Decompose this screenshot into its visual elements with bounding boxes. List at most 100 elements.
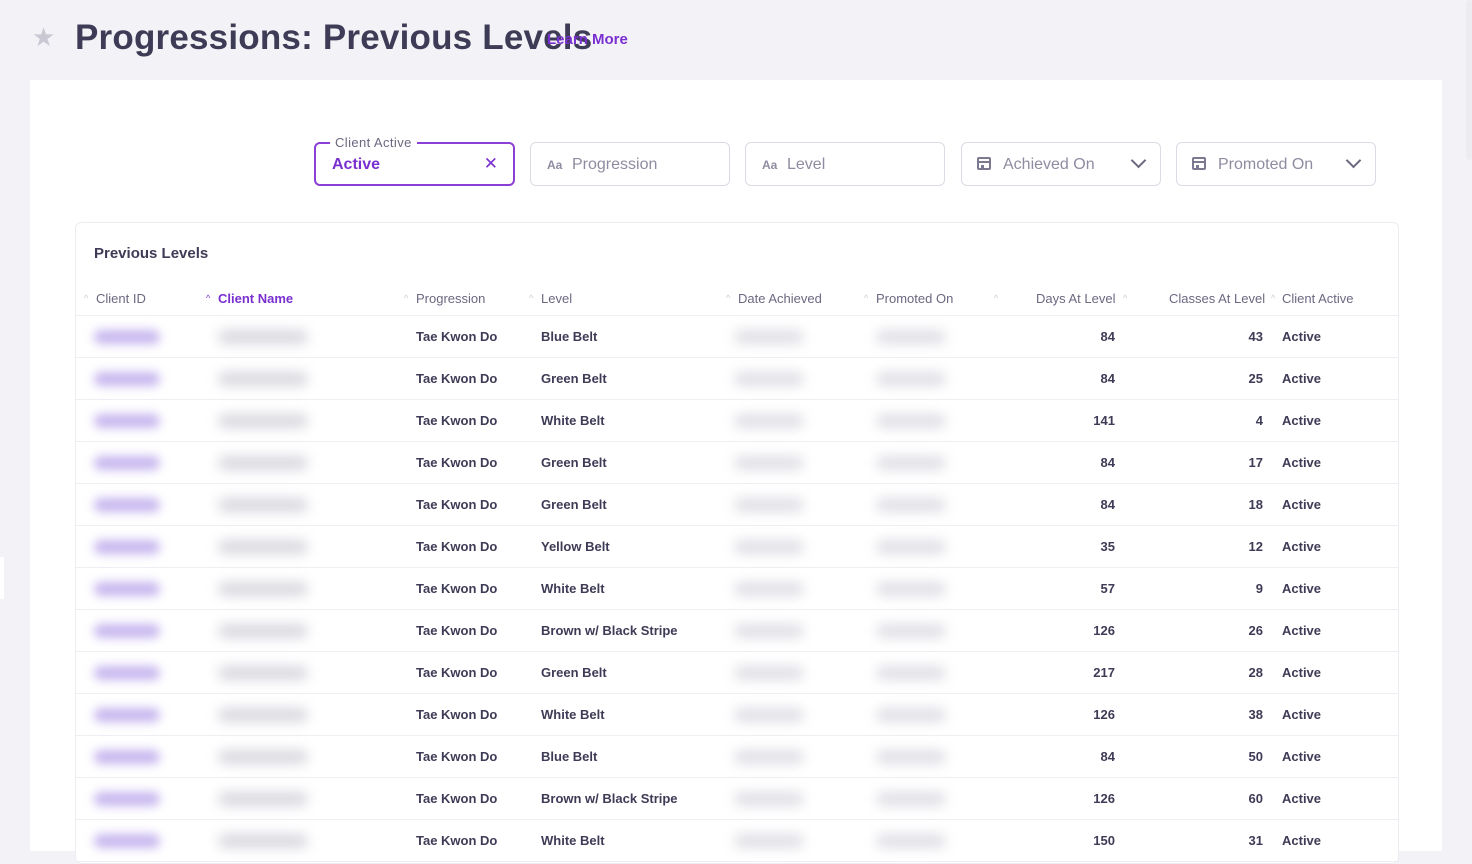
side-tab[interactable] bbox=[0, 557, 4, 599]
sort-caret-icon[interactable]: ^ bbox=[84, 293, 88, 303]
promoted-on-redacted bbox=[876, 666, 946, 680]
level-filter-placeholder: Level bbox=[787, 156, 826, 173]
learn-more-link[interactable]: Learn More bbox=[547, 31, 628, 48]
cell-client-active: Active bbox=[1282, 833, 1322, 848]
table-row[interactable]: Tae Kwon Do White Belt 57 9 Active bbox=[76, 568, 1398, 610]
cell-level: Yellow Belt bbox=[541, 539, 610, 554]
page-scrollbar[interactable] bbox=[1466, 0, 1472, 160]
client-name-redacted[interactable] bbox=[218, 372, 308, 386]
table-row[interactable]: Tae Kwon Do Green Belt 84 18 Active bbox=[76, 484, 1398, 526]
column-header-progression[interactable]: Progression bbox=[416, 291, 485, 306]
table-row[interactable]: Tae Kwon Do Blue Belt 84 43 Active bbox=[76, 316, 1398, 358]
client-name-redacted[interactable] bbox=[218, 582, 308, 596]
cell-client-active: Active bbox=[1282, 707, 1322, 722]
column-header-classes-at-level[interactable]: Classes At Level bbox=[1169, 291, 1265, 306]
cell-progression: Tae Kwon Do bbox=[416, 539, 498, 554]
client-name-redacted[interactable] bbox=[218, 792, 308, 806]
column-header-client-id[interactable]: Client ID bbox=[96, 291, 146, 306]
date-achieved-redacted bbox=[734, 330, 804, 344]
date-achieved-redacted bbox=[734, 414, 804, 428]
client-name-redacted[interactable] bbox=[218, 414, 308, 428]
cell-level: Green Belt bbox=[541, 371, 607, 386]
cell-client-active: Active bbox=[1282, 497, 1322, 512]
promoted-on-redacted bbox=[876, 750, 946, 764]
table-row[interactable]: Tae Kwon Do White Belt 141 4 Active bbox=[76, 400, 1398, 442]
cell-classes-at-level: 17 bbox=[1248, 455, 1263, 470]
table-row[interactable]: Tae Kwon Do Yellow Belt 35 12 Active bbox=[76, 526, 1398, 568]
client-id-redacted[interactable] bbox=[94, 498, 160, 512]
client-id-redacted[interactable] bbox=[94, 456, 160, 470]
cell-days-at-level: 141 bbox=[1093, 413, 1115, 428]
client-name-redacted[interactable] bbox=[218, 330, 308, 344]
cell-client-active: Active bbox=[1282, 665, 1322, 680]
column-header-days-at-level[interactable]: Days At Level bbox=[1036, 291, 1116, 306]
chevron-down-icon[interactable] bbox=[1345, 152, 1362, 169]
column-header-promoted-on[interactable]: Promoted On bbox=[876, 291, 953, 306]
client-id-redacted[interactable] bbox=[94, 624, 160, 638]
promoted-on-filter[interactable]: Promoted On bbox=[1176, 142, 1376, 186]
client-name-redacted[interactable] bbox=[218, 834, 308, 848]
table-row[interactable]: Tae Kwon Do White Belt 126 38 Active bbox=[76, 694, 1398, 736]
client-id-redacted[interactable] bbox=[94, 372, 160, 386]
clear-filter-icon[interactable]: ✕ bbox=[484, 154, 498, 174]
chevron-down-icon[interactable] bbox=[1130, 152, 1147, 169]
sort-caret-icon[interactable]: ^ bbox=[404, 293, 408, 303]
client-name-redacted[interactable] bbox=[218, 666, 308, 680]
cell-classes-at-level: 9 bbox=[1255, 581, 1263, 596]
client-id-redacted[interactable] bbox=[94, 750, 160, 764]
table-row[interactable]: Tae Kwon Do Green Belt 84 17 Active bbox=[76, 442, 1398, 484]
column-header-client-active[interactable]: Client Active bbox=[1282, 291, 1354, 306]
client-name-redacted[interactable] bbox=[218, 540, 308, 554]
client-id-redacted[interactable] bbox=[94, 582, 160, 596]
column-header-client-name[interactable]: Client Name bbox=[218, 291, 293, 306]
table-row[interactable]: Tae Kwon Do Blue Belt 84 50 Active bbox=[76, 736, 1398, 778]
sort-caret-icon[interactable]: ^ bbox=[529, 293, 533, 303]
cell-client-active: Active bbox=[1282, 539, 1322, 554]
client-id-redacted[interactable] bbox=[94, 792, 160, 806]
achieved-on-filter-placeholder: Achieved On bbox=[1003, 156, 1095, 173]
cell-progression: Tae Kwon Do bbox=[416, 329, 498, 344]
client-name-redacted[interactable] bbox=[218, 624, 308, 638]
column-header-level[interactable]: Level bbox=[541, 291, 572, 306]
cell-progression: Tae Kwon Do bbox=[416, 749, 498, 764]
cell-client-active: Active bbox=[1282, 455, 1322, 470]
client-name-redacted[interactable] bbox=[218, 456, 308, 470]
date-achieved-redacted bbox=[734, 498, 804, 512]
column-header-date-achieved[interactable]: Date Achieved bbox=[738, 291, 822, 306]
cell-classes-at-level: 43 bbox=[1248, 329, 1263, 344]
cell-client-active: Active bbox=[1282, 371, 1322, 386]
sort-caret-icon[interactable]: ^ bbox=[864, 293, 868, 303]
cell-level: Blue Belt bbox=[541, 749, 598, 764]
achieved-on-filter[interactable]: Achieved On bbox=[961, 142, 1161, 186]
client-id-redacted[interactable] bbox=[94, 330, 160, 344]
sort-caret-icon[interactable]: ^ bbox=[994, 293, 998, 303]
cell-client-active: Active bbox=[1282, 749, 1322, 764]
client-name-redacted[interactable] bbox=[218, 498, 308, 512]
table-row[interactable]: Tae Kwon Do Green Belt 84 25 Active bbox=[76, 358, 1398, 400]
level-filter[interactable]: Aa Level bbox=[745, 142, 945, 186]
client-id-redacted[interactable] bbox=[94, 708, 160, 722]
table-row[interactable]: Tae Kwon Do Brown w/ Black Stripe 126 26 Act… bbox=[76, 610, 1398, 652]
promoted-on-redacted bbox=[876, 624, 946, 638]
client-name-redacted[interactable] bbox=[218, 708, 308, 722]
client-id-redacted[interactable] bbox=[94, 666, 160, 680]
date-achieved-redacted bbox=[734, 456, 804, 470]
favorite-star-icon[interactable]: ★ bbox=[32, 24, 56, 50]
progression-filter[interactable]: Aa Progression bbox=[530, 142, 730, 186]
table-row[interactable]: Tae Kwon Do White Belt 150 31 Active bbox=[76, 820, 1398, 862]
client-name-redacted[interactable] bbox=[218, 750, 308, 764]
sort-caret-icon[interactable]: ^ bbox=[726, 293, 730, 303]
table-row[interactable]: Tae Kwon Do Brown w/ Black Stripe 126 60 Act… bbox=[76, 778, 1398, 820]
table-title: Previous Levels bbox=[94, 245, 209, 262]
table-row[interactable]: Tae Kwon Do Green Belt 217 28 Active bbox=[76, 652, 1398, 694]
client-id-redacted[interactable] bbox=[94, 834, 160, 848]
text-type-icon: Aa bbox=[762, 158, 778, 172]
cell-classes-at-level: 50 bbox=[1248, 749, 1263, 764]
client-id-redacted[interactable] bbox=[94, 414, 160, 428]
client-active-filter[interactable]: Client Active Active ✕ bbox=[314, 135, 515, 186]
cell-progression: Tae Kwon Do bbox=[416, 791, 498, 806]
sort-caret-icon[interactable]: ^ bbox=[206, 293, 210, 303]
client-id-redacted[interactable] bbox=[94, 540, 160, 554]
sort-caret-icon[interactable]: ^ bbox=[1123, 293, 1127, 303]
sort-caret-icon[interactable]: ^ bbox=[1271, 293, 1275, 303]
